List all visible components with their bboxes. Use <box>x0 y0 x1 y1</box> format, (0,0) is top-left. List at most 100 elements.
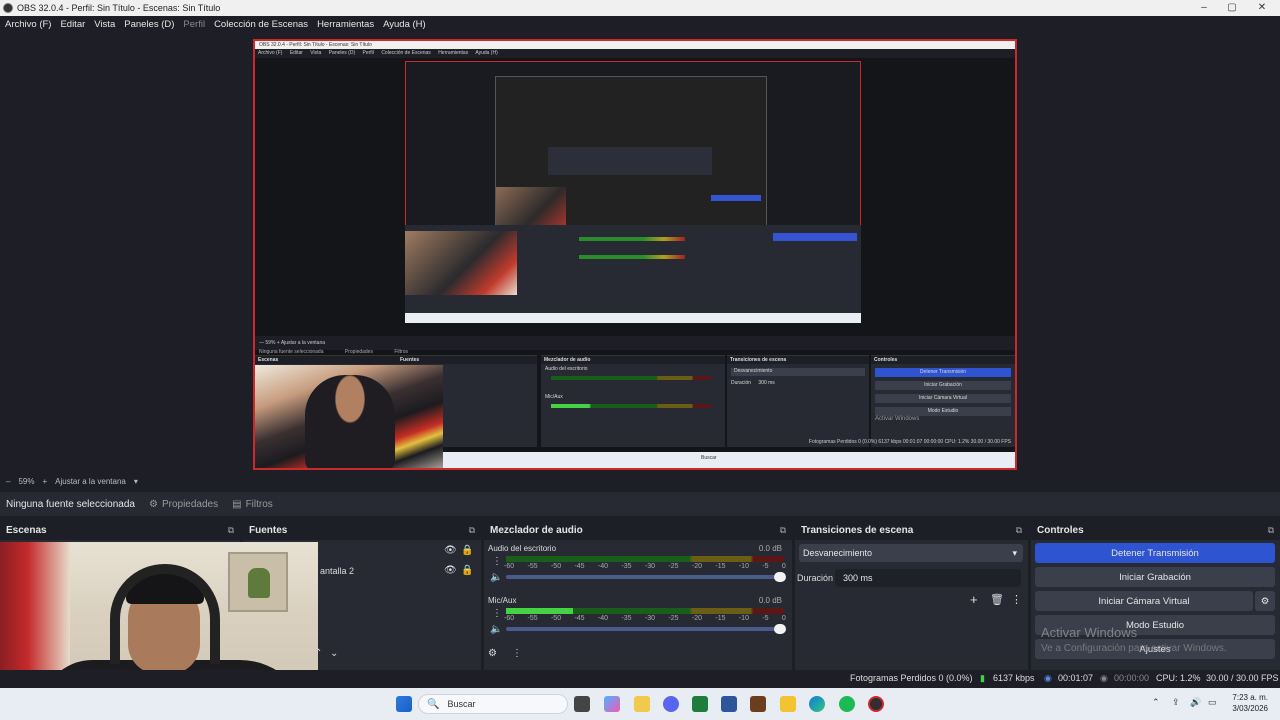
meter-tick-label: -35 <box>621 563 632 570</box>
source-item-label: antalla 2 <box>320 566 355 576</box>
lock-icon[interactable]: 🔒 <box>461 565 473 576</box>
meter-tick-label: 0 <box>781 563 786 570</box>
word-icon[interactable] <box>721 696 737 712</box>
search-icon: 🔍 <box>427 698 440 710</box>
nested-window-title: OBS 32.0.4 - Perfil: Sin Título - Escena… <box>255 41 1015 49</box>
undock-icon[interactable]: ⧉ <box>1016 525 1022 536</box>
preview-area[interactable]: OBS 32.0.4 - Perfil: Sin Título - Escena… <box>0 32 1280 474</box>
taskbar-clock[interactable]: 7:23 a. m. 3/03/2026 <box>1232 692 1268 714</box>
nested-dock-controls: Controles Detener Transmisión Iniciar Gr… <box>871 355 1015 447</box>
duration-label: Duración <box>797 573 834 583</box>
filter-icon: ▤ <box>232 498 242 510</box>
record-status-icon: ◉ <box>1100 673 1108 683</box>
properties-button[interactable]: ⚙ Propiedades <box>149 499 218 510</box>
maximize-button[interactable]: ▢ <box>1218 0 1246 16</box>
windows-taskbar: 🔍 Buscar ⌃ ⇪ 🔊 ▭ 7:23 a. m. 3/03/2026 <box>0 688 1280 720</box>
zoom-in-button[interactable]: + <box>42 477 47 486</box>
nested-taskbar-search: Buscar <box>701 455 717 461</box>
track-menu-icon[interactable]: ⋮ <box>492 608 502 619</box>
undock-icon[interactable]: ⧉ <box>228 525 234 536</box>
start-virtual-camera-button[interactable]: Iniciar Cámara Virtual <box>1035 591 1253 611</box>
fit-to-window[interactable]: Ajustar a la ventana <box>55 477 126 486</box>
network-icon[interactable]: ⇪ <box>1172 697 1180 708</box>
app-icon[interactable] <box>634 696 650 712</box>
zoom-level: 59% <box>18 476 35 486</box>
trash-icon[interactable]: 🗑 <box>990 593 1004 606</box>
minimize-button[interactable]: – <box>1190 0 1218 16</box>
zoom-dropdown-icon[interactable]: ▾ <box>134 477 138 486</box>
undock-icon[interactable]: ⧉ <box>469 525 475 536</box>
nested-menu-item: Herramientas <box>438 50 469 56</box>
close-button[interactable]: ✕ <box>1248 0 1276 16</box>
taskbar-time: 7:23 a. m. <box>1232 693 1268 702</box>
preview-capture-source[interactable]: OBS 32.0.4 - Perfil: Sin Título - Escena… <box>253 39 1017 470</box>
stop-streaming-button[interactable]: Detener Transmisión <box>1035 543 1275 563</box>
meter-level <box>506 608 573 614</box>
track-db: 0.0 dB <box>758 596 782 605</box>
nested-menu-item: Paneles (D) <box>328 50 356 56</box>
track-menu-icon[interactable]: ⋮ <box>492 556 502 567</box>
nested-menu-item: Colección de Escenas <box>381 50 431 56</box>
discord-icon[interactable] <box>663 696 679 712</box>
meter-tick-label: -10 <box>738 615 749 622</box>
menu-perfil[interactable]: Perfil <box>183 19 205 30</box>
speaker-icon[interactable]: 🔈 <box>490 572 502 583</box>
menu-editar[interactable]: Editar <box>60 19 85 30</box>
source-item[interactable]: antalla 2 <box>320 563 354 579</box>
nested-core <box>548 147 712 175</box>
copilot-icon[interactable] <box>604 696 620 712</box>
app-icon[interactable] <box>750 696 766 712</box>
file-explorer-icon[interactable] <box>780 696 796 712</box>
nested-track-desktop: Audio del escritorio <box>545 366 588 372</box>
taskbar-search-label: Buscar <box>447 699 476 709</box>
task-view-icon[interactable] <box>574 696 590 712</box>
lock-icon[interactable]: 🔒 <box>461 545 473 556</box>
duration-input[interactable]: 300 ms <box>835 569 1021 587</box>
filters-button[interactable]: ▤ Filtros <box>232 499 273 510</box>
meter-tick-label: -45 <box>574 615 585 622</box>
volume-icon[interactable]: 🔊 <box>1190 697 1201 708</box>
gear-icon: ⚙ <box>148 498 158 510</box>
visibility-eye-icon[interactable]: 👁 <box>444 545 457 556</box>
menu-vista[interactable]: Vista <box>94 19 115 30</box>
visibility-eye-icon[interactable]: 👁 <box>444 565 457 576</box>
advanced-audio-gear-icon[interactable]: ⚙ <box>488 648 497 659</box>
menu-archivo[interactable]: Archivo (F) <box>5 19 51 30</box>
add-transition-icon[interactable]: + <box>970 592 978 607</box>
windows-start-icon[interactable] <box>396 696 412 712</box>
transition-menu-icon[interactable]: ⋮ <box>1011 593 1022 606</box>
transition-select[interactable]: Desvanecimiento ▾ <box>799 544 1023 562</box>
spotify-icon[interactable] <box>839 696 855 712</box>
speaker-icon[interactable]: 🔈 <box>490 624 502 635</box>
volume-slider[interactable] <box>506 572 786 582</box>
volume-slider-handle[interactable] <box>774 572 786 582</box>
menu-ayuda[interactable]: Ayuda (H) <box>383 19 426 30</box>
nested-taskbar <box>405 313 861 323</box>
zoom-out-button[interactable]: – <box>6 477 10 486</box>
menu-herramientas[interactable]: Herramientas <box>317 19 374 30</box>
meter-tick-label: -55 <box>527 615 538 622</box>
menu-paneles[interactable]: Paneles (D) <box>124 19 174 30</box>
volume-slider-handle[interactable] <box>774 624 786 634</box>
virtual-camera-settings-gear-icon[interactable]: ⚙ <box>1255 591 1275 611</box>
start-recording-button[interactable]: Iniciar Grabación <box>1035 567 1275 587</box>
menu-coleccion-escenas[interactable]: Colección de Escenas <box>214 19 308 30</box>
taskbar-search[interactable]: 🔍 Buscar <box>418 694 568 714</box>
nested-menu-item: Archivo (F) <box>258 50 283 56</box>
mixer-menu-icon[interactable]: ⋮ <box>512 648 522 659</box>
nested-dock-transitions: Transiciones de escena Desvanecimiento D… <box>727 355 869 447</box>
battery-icon[interactable]: ▭ <box>1208 697 1217 708</box>
meter-tick-label: -55 <box>527 563 538 570</box>
chevron-up-icon[interactable]: ⌃ <box>1152 697 1160 708</box>
undock-icon[interactable]: ⧉ <box>780 525 786 536</box>
nested-meter-desktop <box>551 376 711 380</box>
track-name: Mic/Aux <box>488 596 517 605</box>
obs-taskbar-icon[interactable] <box>868 696 884 712</box>
meter-tick-label: -45 <box>574 563 585 570</box>
edge-icon[interactable] <box>809 696 825 712</box>
terminal-icon[interactable] <box>692 696 708 712</box>
volume-slider[interactable] <box>506 624 786 634</box>
undock-icon[interactable]: ⧉ <box>1268 525 1274 536</box>
meter-tick-label: -25 <box>668 563 679 570</box>
chevron-down-icon[interactable]: ⌄ <box>330 648 338 659</box>
